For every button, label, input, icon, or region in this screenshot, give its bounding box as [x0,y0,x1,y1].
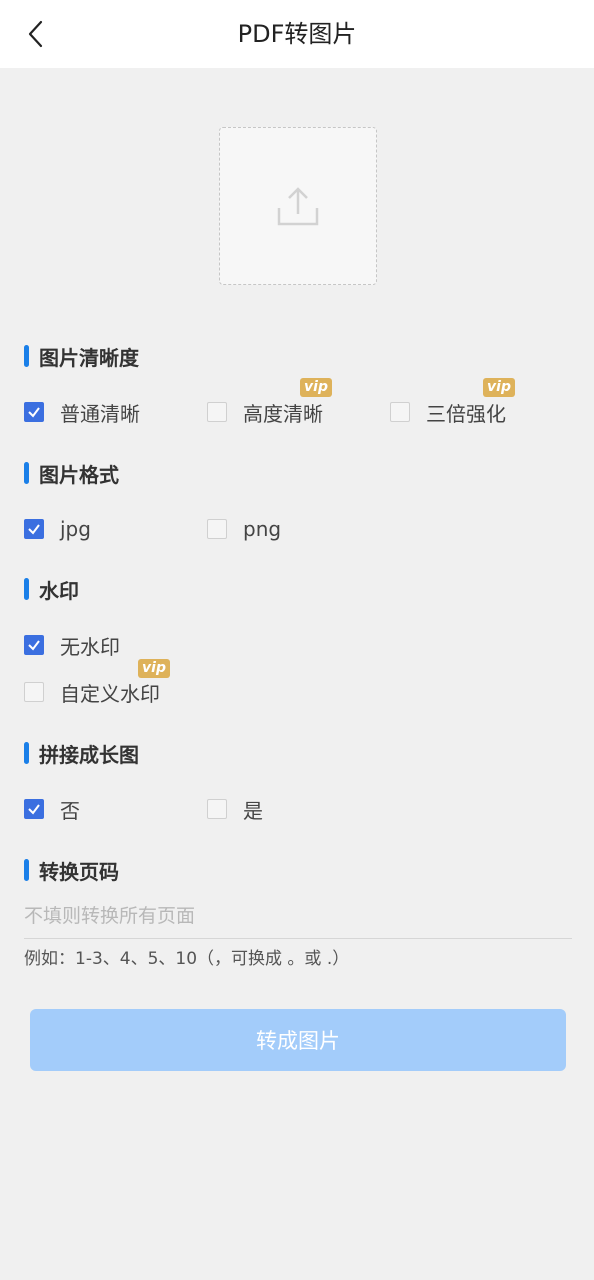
section-accent-bar [24,742,29,764]
option-label: jpg [60,517,91,541]
option-no-watermark[interactable]: 无水印 [24,630,120,660]
check-icon [28,524,40,535]
section-title-pages: 转换页码 [24,857,119,884]
option-label: 无水印 [60,634,120,659]
option-label: 是 [243,798,263,823]
checkbox[interactable] [24,682,44,702]
section-title-text: 水印 [39,578,79,603]
option-label: 普通清晰 [60,401,140,426]
checkbox[interactable] [24,519,44,539]
section-title-text: 拼接成长图 [39,742,139,767]
option-high-clarity[interactable]: 高度清晰 [207,397,323,427]
checkbox[interactable] [207,519,227,539]
vip-badge: vip [300,378,332,397]
page-range-input[interactable] [24,894,572,939]
option-label: 三倍强化 [426,401,506,426]
section-title-text: 图片格式 [39,462,119,487]
section-accent-bar [24,859,29,881]
section-accent-bar [24,345,29,367]
section-title-format: 图片格式 [24,460,119,487]
chevron-left-icon [28,20,43,48]
option-triple-enhance[interactable]: 三倍强化 [390,397,506,427]
section-accent-bar [24,462,29,484]
checkbox[interactable] [24,635,44,655]
checkbox[interactable] [24,799,44,819]
option-normal-clarity[interactable]: 普通清晰 [24,397,140,427]
checkbox[interactable] [390,402,410,422]
option-stitch-no[interactable]: 否 [24,794,80,824]
section-title-stitch: 拼接成长图 [24,740,139,767]
section-accent-bar [24,578,29,600]
section-title-clarity: 图片清晰度 [24,343,139,370]
option-label: png [243,517,282,541]
back-button[interactable] [18,16,54,52]
section-title-text: 图片清晰度 [39,345,139,370]
option-label: 否 [60,798,80,823]
option-label: 高度清晰 [243,401,323,426]
vip-badge: vip [483,378,515,397]
section-title-watermark: 水印 [24,576,79,603]
option-jpg[interactable]: jpg [24,514,91,544]
upload-pdf-area[interactable] [219,127,377,285]
checkbox[interactable] [24,402,44,422]
check-icon [28,407,40,418]
header-bar: PDF转图片 [0,0,594,68]
option-custom-watermark[interactable]: 自定义水印 [24,677,160,707]
vip-badge: vip [138,659,170,678]
option-stitch-yes[interactable]: 是 [207,794,263,824]
check-icon [28,640,40,651]
section-title-text: 转换页码 [39,859,119,884]
checkbox[interactable] [207,799,227,819]
check-icon [28,804,40,815]
page-title: PDF转图片 [237,20,357,48]
upload-icon [277,187,319,226]
convert-to-image-button[interactable]: 转成图片 [30,1009,566,1071]
option-label: 自定义水印 [60,681,160,706]
option-png[interactable]: png [207,514,281,544]
checkbox[interactable] [207,402,227,422]
page-range-hint: 例如：1-3、4、5、10（，可换成 。或 .） [24,949,350,969]
